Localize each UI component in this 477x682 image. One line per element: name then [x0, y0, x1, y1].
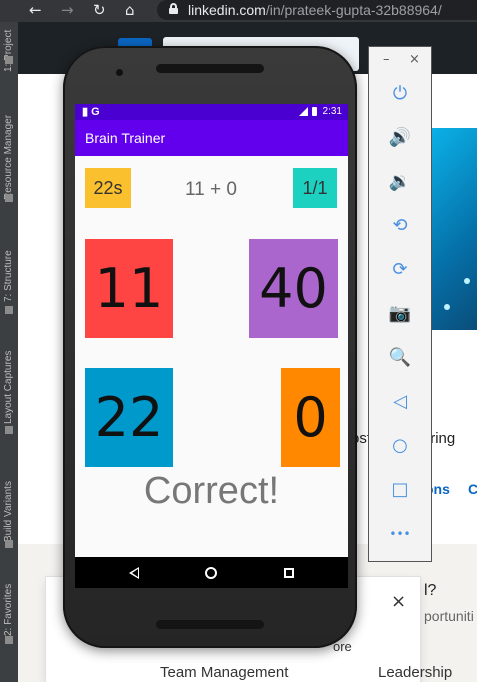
app-title: Brain Trainer	[85, 130, 166, 146]
score-display: 1/1	[293, 168, 337, 208]
answer-button-4[interactable]: 0	[281, 368, 340, 467]
volume-down-icon[interactable]: 🔉	[383, 167, 417, 197]
browser-toolbar: ← → ↻ ⌂ linkedin.com/in/prateek-gupta-32…	[0, 0, 477, 22]
nav-back-icon[interactable]	[129, 567, 139, 579]
ide-tab-label: Resource Manager	[3, 114, 14, 200]
modal-title: l?	[424, 582, 437, 599]
question-text: 11 + 0	[185, 179, 237, 200]
profile-link-2[interactable]: C	[468, 481, 477, 497]
modal-text: portuniti	[424, 608, 474, 624]
emulator-toolbar: – × ⏻ 🔊 🔉 ⟲ ⟳ 📷 🔍 ◁ ○ □ •••	[368, 46, 432, 562]
lock-icon[interactable]	[169, 3, 178, 14]
status-icons: ▮ G	[82, 106, 100, 118]
speaker-grille	[156, 620, 264, 629]
star-icon	[5, 636, 13, 644]
home-icon[interactable]: ○	[383, 431, 417, 461]
capture-icon	[5, 426, 13, 434]
status-time: 2:31	[322, 106, 342, 117]
volume-up-icon[interactable]: 🔊	[383, 123, 417, 153]
result-text: Correct!	[143, 470, 280, 512]
battery-icon	[312, 107, 317, 116]
nav-home-icon[interactable]	[205, 567, 217, 579]
profile-cover-image	[430, 128, 477, 330]
url-path: /in/prateek-gupta-32b88964/	[265, 2, 442, 18]
more-icon[interactable]: •••	[383, 519, 417, 549]
folder-icon	[5, 56, 13, 64]
back-icon[interactable]: ←	[29, 1, 42, 19]
close-icon[interactable]: ×	[409, 52, 420, 67]
resource-icon	[5, 194, 13, 202]
speaker-grille	[156, 64, 264, 73]
skill-tab-team-management[interactable]: Team Management	[160, 664, 288, 681]
ide-tab-label: Build Variants	[3, 481, 14, 542]
close-icon[interactable]: ×	[391, 591, 406, 612]
nav-recents-icon[interactable]	[284, 568, 294, 578]
ide-tab-label: 1: Project	[3, 29, 14, 72]
forward-icon[interactable]: →	[61, 1, 74, 19]
reload-icon[interactable]: ↻	[93, 1, 106, 19]
front-camera	[116, 69, 123, 76]
camera-icon[interactable]: 📷	[383, 299, 417, 329]
rotate-left-icon[interactable]: ⟲	[383, 211, 417, 241]
answer-button-1[interactable]: 11	[85, 239, 173, 338]
cover-dot	[444, 304, 450, 310]
ide-tab-label: Layout Captures	[3, 350, 14, 424]
cover-dot	[464, 278, 470, 284]
ide-tool-strip: 1: Project Resource Manager 7: Structure…	[0, 22, 18, 682]
power-icon[interactable]: ⏻	[383, 79, 417, 109]
zoom-icon[interactable]: 🔍	[383, 343, 417, 373]
answer-button-2[interactable]: 40	[249, 239, 338, 338]
url-text[interactable]: linkedin.com/in/prateek-gupta-32b88964/	[188, 2, 442, 18]
ide-tab-label: 7: Structure	[3, 250, 14, 302]
minimize-icon[interactable]: –	[383, 52, 390, 67]
ide-tab-label: 2: Favorites	[3, 583, 14, 636]
overview-icon[interactable]: □	[383, 475, 417, 505]
url-host: linkedin.com	[188, 2, 266, 18]
home-icon[interactable]: ⌂	[125, 1, 135, 19]
rotate-right-icon[interactable]: ⟳	[383, 255, 417, 285]
status-bar: ▮ G 2:31	[75, 104, 348, 120]
timer-display: 22s	[85, 168, 131, 208]
build-variants-icon	[5, 540, 13, 548]
phone-screen: ▮ G 2:31 Brain Trainer 22s 11 + 0 1/1 11…	[75, 104, 348, 588]
signal-icon	[299, 107, 308, 116]
back-icon[interactable]: ◁	[383, 387, 417, 417]
structure-icon	[5, 306, 13, 314]
skill-tab-leadership[interactable]: Leadership	[378, 664, 452, 681]
answer-button-3[interactable]: 22	[85, 368, 173, 467]
